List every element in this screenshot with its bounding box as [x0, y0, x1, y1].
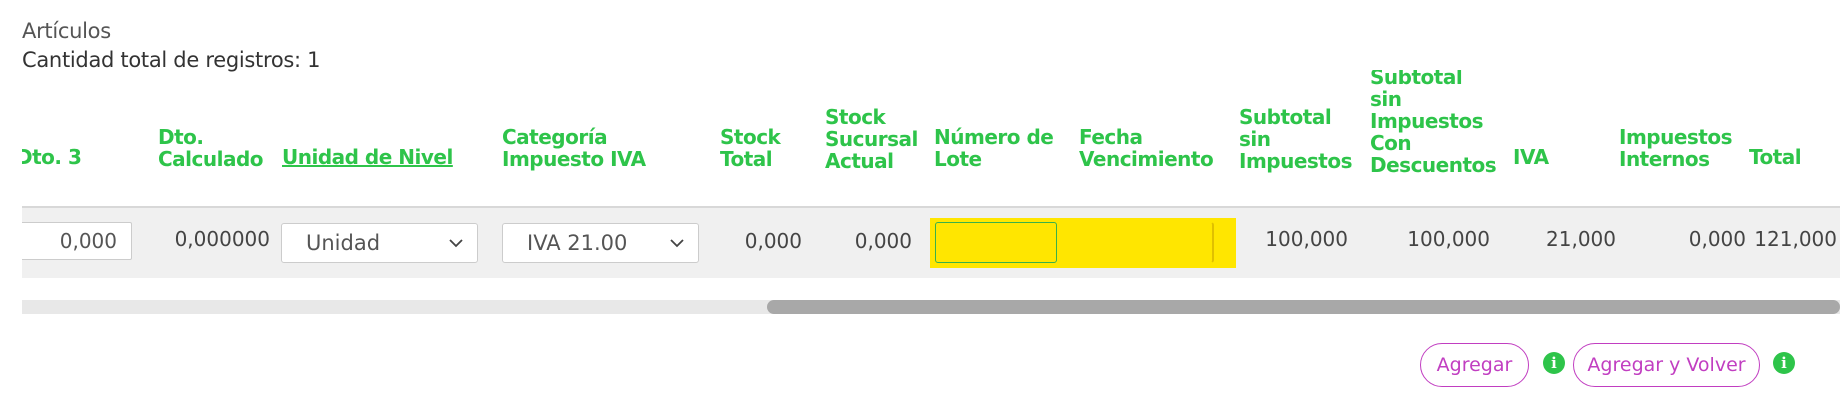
unidad-nivel-value: Unidad [306, 231, 381, 255]
header-subtotal-con-descuentos-line1: Subtotal [1370, 70, 1463, 89]
header-unidad-nivel[interactable]: Unidad de Nivel [282, 146, 453, 168]
header-impuestos-internos-line1: Impuestos [1619, 125, 1733, 149]
impuestos-internos-cell: 0,000 [1688, 227, 1746, 251]
agregar-info-icon[interactable]: i [1543, 352, 1565, 374]
fecha-vencimiento-input[interactable] [1079, 222, 1214, 263]
header-subtotal-sin-impuestos-line2: sin [1239, 127, 1271, 151]
header-stock-total: Stock Total [720, 125, 781, 171]
header-iva: IVA [1513, 145, 1549, 169]
header-subtotal-sin-impuestos: Subtotal sin Impuestos [1239, 105, 1353, 173]
header-categoria-iva-line2: Impuesto IVA [502, 147, 646, 171]
header-subtotal-con-descuentos: Subtotal sin Impuestos Con Descuentos [1370, 70, 1497, 177]
header-subtotal-con-descuentos-line4: Con [1370, 131, 1412, 155]
header-stock-total-line1: Stock [720, 125, 781, 149]
header-dto3: Dto. 3 [22, 145, 82, 169]
categoria-iva-value: IVA 21.00 [527, 231, 628, 255]
scrollbar-thumb[interactable] [767, 300, 1840, 314]
record-count: Cantidad total de registros: 1 [22, 48, 321, 72]
header-fecha-vencimiento: Fecha Vencimiento [1079, 125, 1214, 171]
iva-cell: 21,000 [1546, 227, 1616, 251]
header-numero-lote-line1: Número de [934, 125, 1054, 149]
header-fecha-vencimiento-line1: Fecha [1079, 125, 1143, 149]
header-impuestos-internos-line2: Internos [1619, 147, 1710, 171]
unidad-nivel-select[interactable]: Unidad [281, 223, 478, 263]
header-dto-calculado: Dto. Calculado [158, 125, 264, 171]
header-subtotal-con-descuentos-line3: Impuestos [1370, 109, 1484, 133]
header-stock-sucursal: Stock Sucursal Actual [825, 106, 918, 172]
header-stock-sucursal-line3: Actual [825, 149, 894, 173]
agregar-y-volver-info-icon[interactable]: i [1773, 352, 1795, 374]
header-stock-sucursal-line2: Sucursal [825, 127, 918, 151]
dto3-input[interactable] [22, 222, 132, 260]
header-numero-lote: Número de Lote [934, 125, 1054, 171]
articles-table: Dto. 3 Dto. Calculado Unidad de Nivel Ca… [22, 70, 1840, 280]
header-fecha-vencimiento-line2: Vencimiento [1079, 147, 1214, 171]
chevron-down-icon [670, 239, 684, 248]
header-subtotal-con-descuentos-line5: Descuentos [1370, 153, 1497, 177]
header-dto-calculado-line2: Calculado [158, 147, 264, 171]
subtotal-con-descuentos-cell: 100,000 [1407, 227, 1490, 251]
header-categoria-iva: Categoría Impuesto IVA [502, 126, 646, 170]
header-categoria-iva-line1: Categoría [502, 125, 608, 149]
header-impuestos-internos: Impuestos Internos [1619, 125, 1733, 171]
header-subtotal-con-descuentos-line2: sin [1370, 87, 1402, 111]
total-cell: 121,000 [1754, 227, 1837, 251]
stock-total-cell: 0,000 [744, 229, 802, 253]
agregar-y-volver-button[interactable]: Agregar y Volver [1573, 343, 1760, 387]
horizontal-scrollbar[interactable] [22, 300, 1840, 314]
agregar-button[interactable]: Agregar [1420, 343, 1529, 387]
chevron-down-icon [449, 239, 463, 248]
header-subtotal-sin-impuestos-line3: Impuestos [1239, 149, 1353, 173]
stock-sucursal-cell: 0,000 [854, 229, 912, 253]
categoria-iva-select[interactable]: IVA 21.00 [502, 223, 699, 263]
header-numero-lote-line2: Lote [934, 147, 982, 171]
header-stock-total-line2: Total [720, 147, 773, 171]
dto-calculado-cell: 0,000000 [174, 227, 270, 251]
table-row: 0,000000 Unidad IVA 21.00 0,000 0,000 10… [22, 208, 1840, 278]
header-total: Total [1749, 145, 1802, 169]
header-stock-sucursal-line1: Stock [825, 105, 886, 129]
header-dto-calculado-line1: Dto. [158, 125, 204, 149]
section-title: Artículos [22, 19, 111, 43]
subtotal-sin-impuestos-cell: 100,000 [1265, 227, 1348, 251]
header-subtotal-sin-impuestos-line1: Subtotal [1239, 105, 1332, 129]
numero-lote-input[interactable] [935, 222, 1057, 263]
